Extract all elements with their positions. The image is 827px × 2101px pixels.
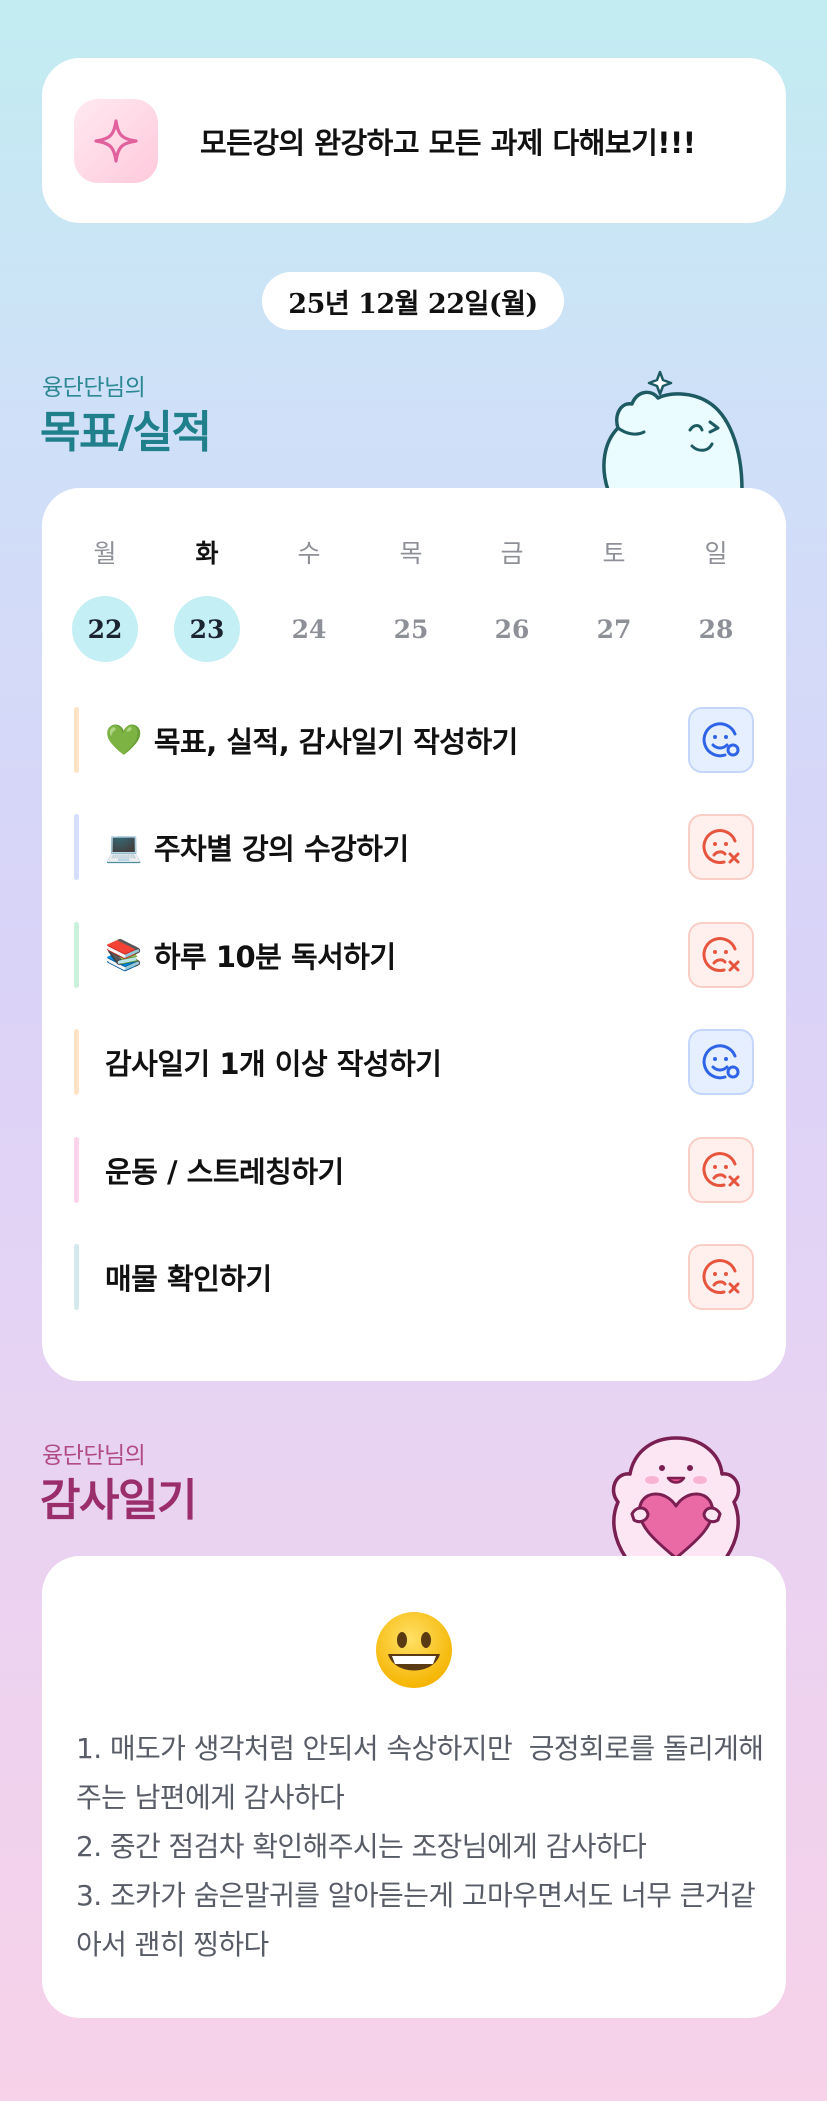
diary-line: 2. 중간 점검차 확인해주시는 조장님에게 감사하다 xyxy=(76,1830,647,1863)
weekday-wed: 수 xyxy=(297,539,321,568)
goal-card: 모든강의 완강하고 모든 과제 다해보기!!! xyxy=(42,58,786,223)
happy-face-status-icon[interactable] xyxy=(688,707,754,773)
task-item[interactable]: 📚 하루 10분 독서하기 xyxy=(74,922,754,988)
task-item[interactable]: 감사일기 1개 이상 작성하기 xyxy=(74,1029,754,1095)
green-heart-icon: 💚 xyxy=(105,722,142,758)
date-23[interactable]: 23 xyxy=(174,596,240,662)
sad-face-status-icon[interactable] xyxy=(688,922,754,988)
date-26[interactable]: 26 xyxy=(479,596,545,662)
task-accent-bar xyxy=(74,1244,79,1310)
mascot-heart-icon xyxy=(596,1428,756,1560)
task-label-wrap: 운동 / 스트레칭하기 xyxy=(105,1149,344,1191)
task-item[interactable]: 운동 / 스트레칭하기 xyxy=(74,1137,754,1203)
task-item[interactable]: 💻 주차별 강의 수강하기 xyxy=(74,814,754,880)
task-label-wrap: 매물 확인하기 xyxy=(105,1256,272,1298)
sparkle-icon xyxy=(74,98,158,183)
goals-section-title: 목표/실적 xyxy=(40,407,212,458)
sad-face-status-icon[interactable] xyxy=(688,1244,754,1310)
goal-text: 모든강의 완강하고 모든 과제 다해보기!!! xyxy=(200,125,696,160)
date-row: 22 23 24 25 26 27 28 xyxy=(42,596,786,662)
task-label-wrap: 💚 목표, 실적, 감사일기 작성하기 xyxy=(105,719,518,761)
weekday-mon: 월 xyxy=(93,539,117,568)
weekday-sat: 토 xyxy=(602,539,626,568)
diary-text: 1. 매도가 생각처럼 안되서 속상하지만 긍정회로를 돌리게해주는 남편에게 … xyxy=(76,1724,766,1969)
weekday-row: 월 화 수 목 금 토 일 xyxy=(42,534,786,574)
weekday-thu: 목 xyxy=(399,539,423,568)
task-item[interactable]: 매물 확인하기 xyxy=(74,1244,754,1310)
task-accent-bar xyxy=(74,1137,79,1203)
task-accent-bar xyxy=(74,1029,79,1095)
books-icon: 📚 xyxy=(105,937,142,973)
weekday-fri: 금 xyxy=(500,539,524,568)
goals-card: 월 화 수 목 금 토 일 22 23 24 25 26 27 28 💚 목표,… xyxy=(42,488,786,1381)
task-label: 주차별 강의 수강하기 xyxy=(153,832,409,866)
task-label: 하루 10분 독서하기 xyxy=(153,940,396,974)
task-accent-bar xyxy=(74,814,79,880)
task-label: 감사일기 1개 이상 작성하기 xyxy=(105,1047,442,1081)
mascot-waving-icon xyxy=(596,362,752,492)
task-accent-bar xyxy=(74,707,79,773)
task-accent-bar xyxy=(74,922,79,988)
sad-face-status-icon[interactable] xyxy=(688,814,754,880)
diary-line: 1. 매도가 생각처럼 안되서 속상하지만 긍정회로를 돌리게해주는 남편에게 … xyxy=(76,1732,764,1814)
diary-line: 3. 조카가 숨은말귀를 알아듣는게 고마우면서도 너무 큰거같아서 괜히 찡하… xyxy=(76,1879,756,1961)
date-27[interactable]: 27 xyxy=(581,596,647,662)
task-label: 운동 / 스트레칭하기 xyxy=(105,1155,344,1189)
sad-face-status-icon[interactable] xyxy=(688,1137,754,1203)
date-28[interactable]: 28 xyxy=(683,596,749,662)
task-label: 매물 확인하기 xyxy=(105,1262,272,1296)
task-item[interactable]: 💚 목표, 실적, 감사일기 작성하기 xyxy=(74,707,754,773)
laptop-icon: 💻 xyxy=(105,829,142,865)
date-24[interactable]: 24 xyxy=(276,596,342,662)
task-label-wrap: 💻 주차별 강의 수강하기 xyxy=(105,826,409,868)
happy-face-status-icon[interactable] xyxy=(688,1029,754,1095)
date-22[interactable]: 22 xyxy=(72,596,138,662)
gratitude-section-title: 감사일기 xyxy=(40,1475,197,1526)
task-label-wrap: 감사일기 1개 이상 작성하기 xyxy=(105,1041,442,1083)
task-label: 목표, 실적, 감사일기 작성하기 xyxy=(153,725,518,759)
date-25[interactable]: 25 xyxy=(378,596,444,662)
task-label-wrap: 📚 하루 10분 독서하기 xyxy=(105,934,396,976)
grinning-face-icon xyxy=(372,1608,456,1692)
date-pill[interactable]: 25년 12월 22일(월) xyxy=(262,272,564,330)
gratitude-diary-card: 1. 매도가 생각처럼 안되서 속상하지만 긍정회로를 돌리게해주는 남편에게 … xyxy=(42,1556,786,2018)
weekday-tue: 화 xyxy=(195,539,219,568)
weekday-sun: 일 xyxy=(704,539,728,568)
